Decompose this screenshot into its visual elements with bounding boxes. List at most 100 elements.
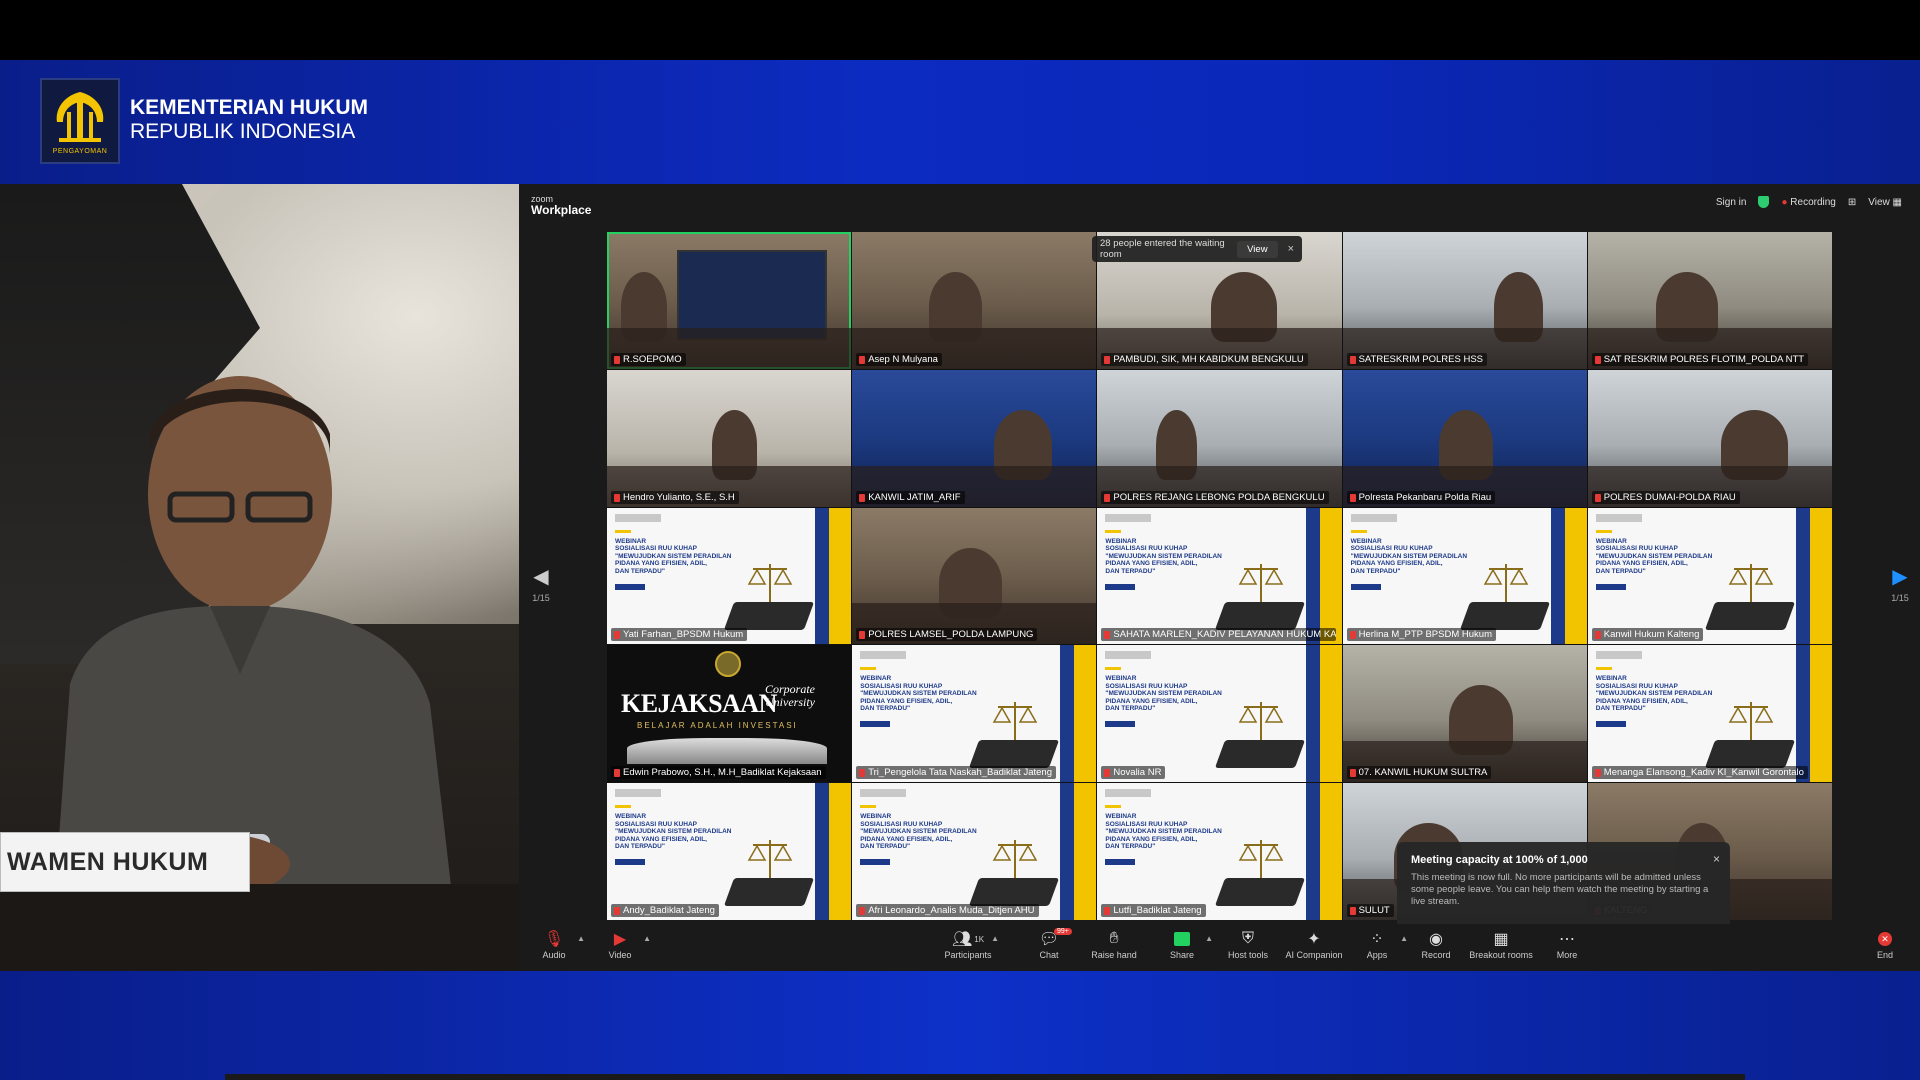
- participant-tile[interactable]: Hendro Yulianto, S.E., S.H: [607, 369, 852, 507]
- slide-header: [860, 651, 907, 660]
- slide-stripe: [1074, 645, 1097, 783]
- slide-header: [1595, 651, 1642, 660]
- slide-date: [860, 859, 891, 866]
- participants-button[interactable]: 👥︎ 1K Participants ▲: [933, 928, 1003, 960]
- view-grid-icon: ▦: [1892, 196, 1902, 208]
- participant-tile[interactable]: KEJAKSAAN Corporate University BELAJAR ADAL…: [607, 645, 852, 783]
- participant-name: Kanwil Hukum Kalteng: [1591, 628, 1704, 642]
- book-shape: [724, 602, 815, 631]
- share-button[interactable]: Share ▲: [1147, 928, 1217, 960]
- participant-name: Menanga Elansong_Kadiv KI_Kanwil Goronta…: [1591, 766, 1808, 780]
- participant-tile[interactable]: WEBINAR SOSIALISASI RUU KUHAP "MEWUJUDKA…: [607, 507, 852, 645]
- capacity-body: This meeting is now full. No more partic…: [1411, 872, 1709, 907]
- breakout-rooms-button[interactable]: ▦ Breakout rooms: [1466, 928, 1536, 960]
- sparkle-icon: ✦: [1307, 931, 1321, 948]
- audio-button[interactable]: 🎙︎ Audio ▲: [519, 928, 589, 960]
- grid-layout-icon[interactable]: ⊞: [1848, 197, 1856, 208]
- chat-button[interactable]: 💬︎ 99+ Chat: [1014, 928, 1084, 960]
- prev-page-button[interactable]: ◀ 1/15: [531, 564, 551, 604]
- participant-tile[interactable]: KANWIL JATIM_ARIF: [852, 369, 1097, 507]
- slide-stripe: [1060, 783, 1075, 920]
- participant-name: Hendro Yulianto, S.E., S.H: [611, 490, 739, 504]
- ai-companion-button[interactable]: ✦ AI Companion: [1279, 928, 1349, 960]
- participant-name: SATRESKRIM POLRES HSS: [1346, 352, 1488, 366]
- participant-name: 07. KANWIL HUKUM SULTRA: [1346, 766, 1492, 780]
- book-shape: [969, 740, 1060, 769]
- participant-tile[interactable]: WEBINAR SOSIALISASI RUU KUHAP "MEWUJUDKA…: [1587, 507, 1832, 645]
- audio-caret-icon[interactable]: ▲: [577, 934, 585, 943]
- participant-name: Andy_Badiklat Jateng: [611, 904, 719, 917]
- participant-tile[interactable]: WEBINAR SOSIALISASI RUU KUHAP "MEWUJUDKA…: [852, 645, 1097, 783]
- next-page-button[interactable]: ▶ 1/15: [1890, 564, 1910, 604]
- book-shape: [1214, 878, 1305, 906]
- share-screen-icon: [1174, 928, 1190, 950]
- participant-tile[interactable]: POLRES DUMAI-POLDA RIAU: [1587, 369, 1832, 507]
- slide-stripe: [1305, 783, 1320, 920]
- participant-tile[interactable]: POLRES LAMSEL_POLDA LAMPUNG: [852, 507, 1097, 645]
- view-menu[interactable]: View ▦: [1868, 197, 1902, 208]
- slide-text: WEBINAR SOSIALISASI RUU KUHAP "MEWUJUDKA…: [1595, 537, 1713, 575]
- capacity-notice: Meeting capacity at 100% of 1,000 This m…: [1397, 842, 1730, 928]
- slide-header: [1350, 513, 1397, 522]
- video-caret-icon[interactable]: ▲: [643, 934, 651, 943]
- participant-tile[interactable]: R.SOEPOMO: [607, 232, 852, 369]
- shared-screen-thumb: [677, 250, 827, 340]
- slide-stripe: [1305, 645, 1320, 783]
- participant-tile[interactable]: WEBINAR SOSIALISASI RUU KUHAP "MEWUJUDKA…: [607, 783, 852, 920]
- participant-name: Novalia NR: [1101, 766, 1166, 780]
- participant-tile[interactable]: WEBINAR SOSIALISASI RUU KUHAP "MEWUJUDKA…: [1097, 645, 1342, 783]
- waiting-room-close-icon[interactable]: ×: [1288, 243, 1294, 255]
- record-label: Record: [1421, 950, 1451, 960]
- participant-name: Tri_Pengelola Tata Naskah_Badiklat Jaten…: [856, 766, 1056, 780]
- sign-in-link[interactable]: Sign in: [1716, 197, 1747, 208]
- kejaksaan-corporate: Corporate University: [765, 683, 815, 709]
- end-label: End: [1876, 950, 1893, 960]
- waiting-room-view-button[interactable]: View: [1237, 240, 1278, 258]
- record-button[interactable]: ◉ Record: [1401, 928, 1471, 960]
- slide-date: [615, 859, 645, 866]
- zoom-window: zoom Workplace Sign in ● Recording ⊞ Vie…: [519, 184, 1920, 971]
- raise-hand-button[interactable]: ✋︎ Raise hand: [1079, 928, 1149, 960]
- speaker-camera: WAMEN HUKUM: [0, 184, 519, 971]
- participant-name: SULUT: [1346, 904, 1394, 917]
- participant-tile[interactable]: WEBINAR SOSIALISASI RUU KUHAP "MEWUJUDKA…: [1097, 507, 1342, 645]
- slide-dash: [860, 805, 877, 809]
- participant-name: PAMBUDI, SIK, MH KABIDKUM BENGKULU: [1101, 352, 1308, 366]
- more-button[interactable]: ⋯ More: [1532, 928, 1602, 960]
- audio-label: Audio: [542, 950, 566, 960]
- participant-name: Yati Farhan_BPSDM Hukum: [611, 628, 748, 642]
- participant-tile[interactable]: WEBINAR SOSIALISASI RUU KUHAP "MEWUJUDKA…: [1342, 507, 1587, 645]
- participant-name: Herlina M_PTP BPSDM Hukum: [1346, 628, 1496, 642]
- kejaksaan-corp1: Corporate: [765, 682, 816, 697]
- chat-label: Chat: [1039, 950, 1059, 960]
- participant-tile[interactable]: WEBINAR SOSIALISASI RUU KUHAP "MEWUJUDKA…: [1097, 783, 1342, 920]
- end-button[interactable]: ✕ End: [1850, 928, 1920, 960]
- participant-tile[interactable]: POLRES REJANG LEBONG POLDA BENGKULU: [1097, 369, 1342, 507]
- video-button[interactable]: ▶︎ Video ▲: [585, 928, 655, 960]
- org-name-line2: REPUBLIK INDONESIA: [130, 120, 356, 143]
- participant-tile[interactable]: Asep N Mulyana: [852, 232, 1097, 369]
- participant-tile[interactable]: SATRESKRIM POLRES HSS: [1342, 232, 1587, 369]
- slide-header: [615, 789, 661, 798]
- participant-tile[interactable]: Polresta Pekanbaru Polda Riau: [1342, 369, 1587, 507]
- share-caret-icon[interactable]: ▲: [1205, 934, 1213, 943]
- participant-tile[interactable]: WEBINAR SOSIALISASI RUU KUHAP "MEWUJUDKA…: [852, 783, 1097, 920]
- security-shield-icon[interactable]: [1758, 196, 1770, 208]
- more-label: More: [1556, 950, 1578, 960]
- speaker-desk: [0, 884, 519, 971]
- slide-text: WEBINAR SOSIALISASI RUU KUHAP "MEWUJUDKA…: [860, 813, 977, 851]
- recording-indicator[interactable]: ● Recording: [1781, 197, 1835, 208]
- apps-icon: ⁘: [1370, 931, 1384, 948]
- waiting-room-text: 28 people entered the waiting room: [1100, 238, 1225, 260]
- participants-caret-icon[interactable]: ▲: [991, 934, 999, 943]
- slide-stripe: [1319, 645, 1342, 783]
- participant-tile[interactable]: 07. KANWIL HUKUM SULTRA: [1342, 645, 1587, 783]
- host-tools-button[interactable]: ⛨ Host tools: [1213, 928, 1283, 960]
- slide-header: [1105, 651, 1152, 660]
- capacity-close-icon[interactable]: ×: [1713, 852, 1720, 866]
- org-name: KEMENTERIAN HUKUM REPUBLIK INDONESIA: [130, 96, 368, 144]
- more-icon: ⋯: [1559, 931, 1575, 948]
- participant-name: Afri Leonardo_Analis Muda_Ditjen AHU: [856, 904, 1039, 917]
- participant-tile[interactable]: SAT RESKRIM POLRES FLOTIM_POLDA NTT: [1587, 232, 1832, 369]
- participant-tile[interactable]: WEBINAR SOSIALISASI RUU KUHAP "MEWUJUDKA…: [1587, 645, 1832, 783]
